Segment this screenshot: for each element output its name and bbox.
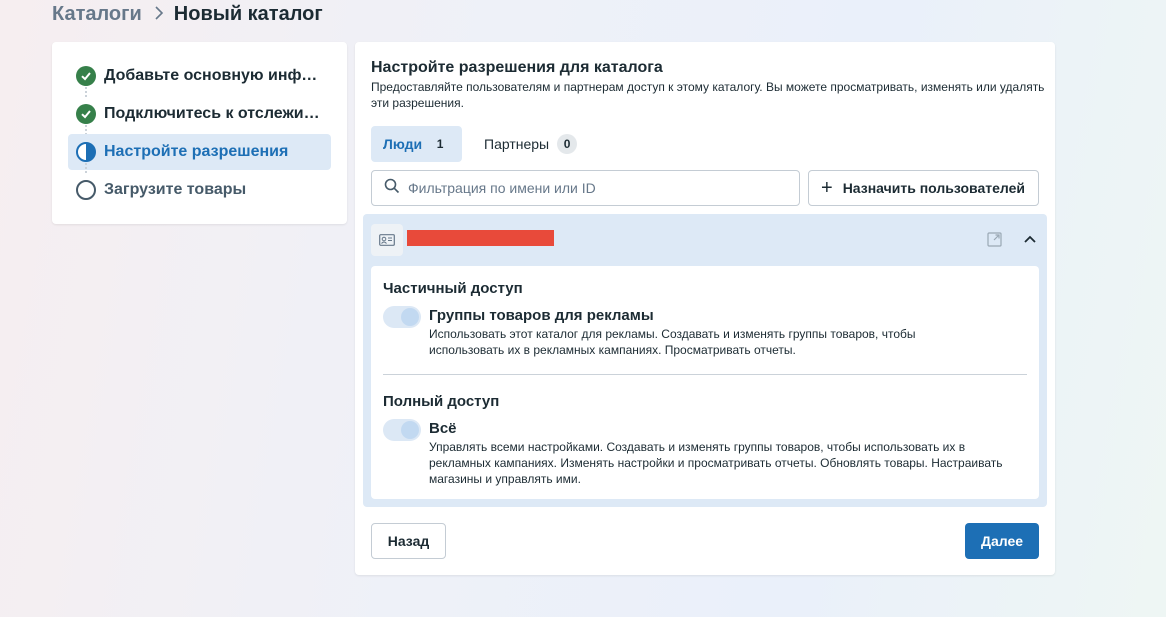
step-basic-info[interactable]: Добавьте основную информацию bbox=[68, 58, 331, 94]
section-description: Предоставляйте пользователям и партнерам… bbox=[371, 80, 1045, 110]
plus-icon: + bbox=[821, 177, 833, 199]
step-upload[interactable]: Загрузите товары bbox=[68, 172, 331, 208]
assign-users-label: Назначить пользователей bbox=[842, 180, 1025, 196]
empty-circle-icon bbox=[76, 180, 96, 200]
chevron-right-icon bbox=[153, 3, 165, 26]
tab-partners[interactable]: Партнеры 0 bbox=[472, 126, 589, 162]
full-access-option-title: Всё bbox=[429, 420, 457, 437]
divider bbox=[383, 374, 1027, 375]
user-permission-panel: Частичный доступ Группы товаров для рекл… bbox=[363, 214, 1047, 507]
breadcrumb-catalogs-link[interactable]: Каталоги bbox=[52, 3, 142, 26]
step-label: Настройте разрешения bbox=[104, 143, 289, 160]
user-card-icon bbox=[371, 224, 403, 256]
tab-label: Люди bbox=[383, 136, 423, 152]
ads-groups-title: Группы товаров для рекламы bbox=[429, 307, 654, 324]
toggle-knob bbox=[401, 308, 419, 326]
permissions-card: Настройте разрешения для каталога Предос… bbox=[355, 42, 1055, 575]
half-circle-icon bbox=[76, 142, 96, 162]
assign-users-button[interactable]: + Назначить пользователей bbox=[808, 170, 1039, 206]
step-label: Добавьте основную информацию bbox=[104, 67, 326, 84]
next-button[interactable]: Далее bbox=[965, 523, 1039, 559]
check-circle-icon bbox=[76, 104, 96, 124]
tab-people[interactable]: Люди 1 bbox=[371, 126, 462, 162]
tab-count: 0 bbox=[557, 134, 578, 154]
step-label: Подключитесь к отслеживанию bbox=[104, 105, 326, 122]
section-title: Настройте разрешения для каталога bbox=[371, 59, 663, 76]
step-tracking[interactable]: Подключитесь к отслеживанию bbox=[68, 96, 331, 132]
tab-label: Партнеры bbox=[484, 136, 550, 152]
chevron-up-icon[interactable] bbox=[1021, 230, 1039, 248]
full-access-description: Управлять всеми настройками. Создавать и… bbox=[429, 440, 1003, 486]
breadcrumb: Каталоги Новый каталог bbox=[52, 3, 323, 26]
back-button[interactable]: Назад bbox=[371, 523, 446, 559]
step-label: Загрузите товары bbox=[104, 181, 247, 198]
search-input[interactable] bbox=[408, 180, 788, 196]
external-link-icon[interactable] bbox=[985, 230, 1003, 248]
redacted-user-name bbox=[407, 230, 554, 246]
partial-access-title: Частичный доступ bbox=[383, 280, 523, 297]
steps-panel: Добавьте основную информацию Подключитес… bbox=[52, 42, 347, 224]
full-access-toggle[interactable] bbox=[383, 419, 421, 441]
search-field[interactable] bbox=[371, 170, 800, 206]
page-title: Новый каталог bbox=[173, 3, 323, 25]
full-access-title: Полный доступ bbox=[383, 393, 500, 410]
ads-groups-description: Использовать этот каталог для рекламы. С… bbox=[429, 327, 916, 357]
step-permissions[interactable]: Настройте разрешения bbox=[68, 134, 331, 170]
check-circle-icon bbox=[76, 66, 96, 86]
search-icon bbox=[384, 178, 400, 199]
ads-groups-toggle[interactable] bbox=[383, 306, 421, 328]
tab-count: 1 bbox=[436, 137, 444, 151]
toggle-knob bbox=[401, 421, 419, 439]
access-options: Частичный доступ Группы товаров для рекл… bbox=[371, 266, 1039, 499]
